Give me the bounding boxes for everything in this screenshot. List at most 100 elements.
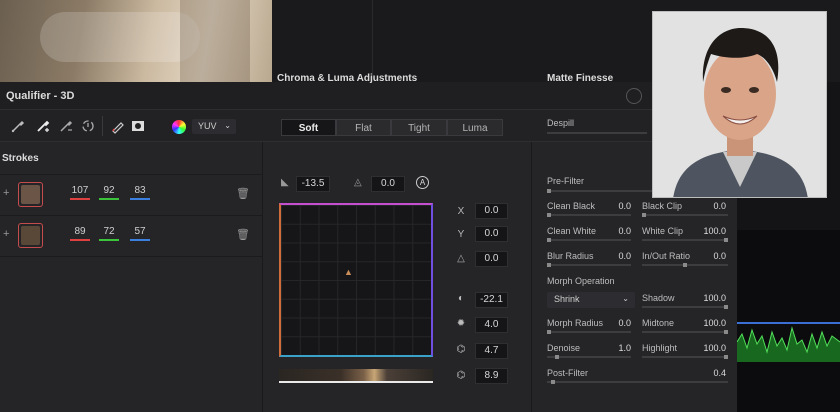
video-preview (0, 0, 272, 82)
y-field[interactable]: 0.0 (475, 226, 508, 242)
column-divider (262, 142, 263, 412)
shadow-value[interactable]: 100.0 (686, 293, 726, 303)
column-divider (531, 142, 532, 412)
brightness-field[interactable]: 4.0 (475, 317, 508, 333)
panel-title: Qualifier - 3D (6, 90, 75, 102)
post-filter-value[interactable]: 0.4 (686, 368, 726, 378)
morph-operation-label: Morph Operation (547, 276, 615, 286)
morph-radius-value[interactable]: 0.0 (591, 318, 631, 328)
morph-operation-dropdown[interactable]: Shrink ⌄ (547, 292, 635, 308)
softness-field[interactable]: 0.0 (371, 176, 405, 192)
stroke-blue-value: 83 (130, 185, 150, 200)
in-out-ratio-label: In/Out Ratio (642, 251, 691, 261)
angle-icon: ◣ (281, 177, 289, 188)
highlight-slider[interactable] (642, 355, 728, 359)
eyedropper-add-icon[interactable] (35, 118, 51, 134)
presenter-photo (653, 12, 826, 197)
contrast-icon: ◐ (457, 293, 465, 304)
luma-range-bar[interactable] (279, 369, 433, 383)
in-out-ratio-value[interactable]: 0.0 (686, 251, 726, 261)
chevron-down-icon: ⌄ (622, 294, 629, 303)
plot-grid (281, 205, 431, 355)
brightness-icon: ✹ (456, 318, 466, 329)
stroke-red-value: 89 (70, 226, 90, 241)
plus-icon[interactable]: + (3, 228, 9, 240)
black-clip-label: Black Clip (642, 201, 683, 211)
mode-soft[interactable]: Soft (281, 119, 336, 136)
in-out-ratio-slider[interactable] (642, 263, 728, 267)
white-clip-slider[interactable] (642, 238, 728, 242)
highlight-label: Highlight (642, 343, 678, 353)
morph-radius-slider[interactable] (547, 330, 631, 334)
shadow-label: Shadow (642, 293, 675, 303)
post-filter-label: Post-Filter (547, 368, 589, 378)
z-field[interactable]: 0.0 (475, 251, 508, 267)
despill-label: Despill (547, 118, 575, 128)
angle-field[interactable]: -13.5 (296, 176, 330, 192)
black-clip-value[interactable]: 0.0 (686, 201, 726, 211)
white-clip-label: White Clip (642, 226, 684, 236)
color-wheel-icon[interactable] (172, 120, 186, 134)
stroke-green-value: 92 (99, 185, 119, 200)
softness-icon: ◬ (354, 177, 362, 188)
pen-stroke-icon[interactable] (110, 118, 126, 134)
pre-filter-label: Pre-Filter (547, 176, 585, 186)
panel-options-icon[interactable] (626, 88, 642, 104)
blur-radius-value[interactable]: 0.0 (591, 251, 631, 261)
clean-white-slider[interactable] (547, 238, 631, 242)
auto-icon[interactable]: A (416, 176, 429, 189)
midtone-slider[interactable] (642, 330, 728, 334)
midtone-value[interactable]: 100.0 (686, 318, 726, 328)
white-clip-value[interactable]: 100.0 (686, 226, 726, 236)
mode-luma[interactable]: Luma (447, 119, 503, 136)
feather-alt-icon: ⌬ (456, 370, 466, 381)
waveform-scope (737, 230, 840, 412)
feather-alt-field[interactable]: 8.9 (475, 368, 508, 384)
clean-black-value[interactable]: 0.0 (591, 201, 631, 211)
color-space-dropdown[interactable]: YUV ⌄ (192, 119, 236, 134)
panel-titlebar: Qualifier - 3D (0, 82, 737, 110)
highlight-value[interactable]: 100.0 (686, 343, 726, 353)
x-field[interactable]: 0.0 (475, 203, 508, 219)
post-filter-slider[interactable] (547, 380, 728, 384)
morph-operation-value: Shrink (554, 294, 580, 304)
blur-radius-slider[interactable] (547, 263, 631, 267)
clean-white-value[interactable]: 0.0 (591, 226, 631, 236)
chroma-luma-heading: Chroma & Luma Adjustments (277, 73, 418, 84)
triangle-icon: △ (457, 253, 465, 264)
midtone-label: Midtone (642, 318, 675, 328)
qualifier-marker-icon[interactable]: ▲ (344, 267, 353, 277)
stroke-row[interactable]: + 107 92 83 🗑 (0, 174, 262, 214)
stroke-row[interactable]: + 89 72 57 🗑 (0, 215, 262, 255)
clean-white-label: Clean White (547, 226, 597, 236)
qualifier-toolbar: YUV ⌄ Soft Flat Tight Luma Despill (0, 110, 737, 142)
eyedropper-subtract-icon[interactable] (58, 118, 74, 134)
eyedropper-icon[interactable] (10, 118, 26, 134)
contrast-field[interactable]: -22.1 (475, 292, 508, 308)
stroke-blue-value: 57 (130, 226, 150, 241)
clean-black-label: Clean Black (547, 201, 596, 211)
trash-icon[interactable]: 🗑 (236, 228, 250, 241)
stroke-swatch[interactable] (18, 223, 43, 248)
stroke-green-value: 72 (99, 226, 119, 241)
feather-field[interactable]: 4.7 (475, 343, 508, 359)
despill-slider[interactable] (547, 132, 647, 134)
toolbar-separator (102, 116, 103, 136)
shadow-slider[interactable] (642, 305, 728, 309)
plus-icon[interactable]: + (3, 187, 9, 199)
stroke-swatch[interactable] (18, 182, 43, 207)
color-space-value: YUV (198, 121, 217, 131)
denoise-slider[interactable] (547, 355, 631, 359)
black-clip-slider[interactable] (642, 213, 728, 217)
chroma-plot[interactable]: ▲ (279, 203, 433, 357)
denoise-value[interactable]: 1.0 (591, 343, 631, 353)
trash-icon[interactable]: 🗑 (236, 187, 250, 200)
mode-tight[interactable]: Tight (391, 119, 447, 136)
color-cycle-icon[interactable] (80, 118, 96, 134)
presenter-webcam (652, 11, 827, 198)
chevron-down-icon: ⌄ (224, 121, 231, 130)
matte-toggle-icon[interactable] (130, 118, 146, 134)
denoise-label: Denoise (547, 343, 581, 353)
clean-black-slider[interactable] (547, 213, 631, 217)
mode-flat[interactable]: Flat (336, 119, 391, 136)
